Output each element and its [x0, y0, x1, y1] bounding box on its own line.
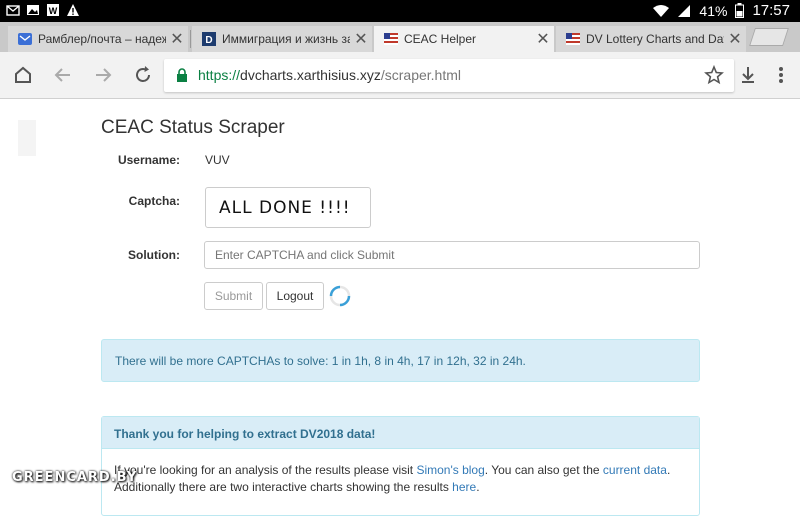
battery-percent: 41% [699, 2, 728, 19]
panel-text: . [666, 463, 671, 477]
svg-text:W: W [49, 6, 58, 16]
address-bar[interactable]: https://dvcharts.xarthisius.xyz/scraper.… [164, 59, 734, 92]
tab-title: Рамблер/почта – надежн [38, 32, 166, 46]
battery-icon [735, 3, 745, 18]
page-title: CEAC Status Scraper [101, 117, 285, 138]
panel-body: If you're looking for an analysis of the… [114, 462, 694, 496]
username-value: VUV [205, 153, 230, 167]
flag-icon [566, 33, 580, 45]
warning-icon [67, 4, 79, 16]
d-logo-icon: D [202, 32, 216, 46]
tab-title: DV Lottery Charts and Dat [586, 32, 724, 46]
close-icon[interactable]: ✕ [350, 29, 372, 49]
close-icon[interactable]: ✕ [166, 29, 188, 49]
captcha-info-text: There will be more CAPTCHAs to solve: 1 … [115, 354, 526, 368]
solution-label: Solution: [128, 248, 180, 262]
simons-blog-link[interactable]: Simon's blog [416, 463, 484, 477]
watermark: GREENCARD.BY [12, 470, 138, 485]
tab-title: Иммиграция и жизнь за [222, 32, 350, 46]
charts-here-link[interactable]: here [452, 480, 476, 494]
home-icon[interactable] [12, 64, 34, 86]
status-bar: W 41% 17:57 [0, 0, 800, 22]
faded-side-graphic [18, 120, 36, 156]
panel-heading-text: Thank you for helping to extract DV2018 … [114, 427, 376, 441]
captcha-info-alert: There will be more CAPTCHAs to solve: 1 … [101, 339, 700, 382]
image-icon [27, 5, 39, 15]
system-icons: 41% 17:57 [653, 2, 790, 19]
panel-heading: Thank you for helping to extract DV2018 … [102, 417, 699, 449]
captcha-image: ALL DONE !!!! [205, 187, 371, 228]
submit-button[interactable]: Submit [204, 282, 263, 310]
panel-text: If you're looking for an analysis of the… [114, 463, 417, 477]
signal-icon [678, 4, 691, 17]
captcha-text: ALL DONE !!!! [219, 198, 351, 218]
url-scheme: https:// [198, 67, 241, 83]
lock-icon [177, 68, 187, 82]
tab-separator [190, 30, 191, 48]
mail-icon [6, 5, 20, 16]
panel-text: . You can also get the [484, 463, 603, 477]
new-tab-button[interactable] [749, 28, 789, 46]
panel-text: Additionally there are two interactive c… [114, 480, 453, 494]
thank-you-panel: Thank you for helping to extract DV2018 … [101, 416, 700, 516]
notification-icons: W [6, 3, 80, 17]
tab-ceac-helper[interactable]: CEAC Helper ✕ [374, 26, 554, 52]
url-path: /scraper.html [380, 67, 461, 83]
current-data-link[interactable]: current data [603, 463, 667, 477]
url-host: dvcharts.xarthisius.xyz [240, 67, 381, 83]
reload-icon[interactable] [132, 64, 154, 86]
tab-rambler-mail[interactable]: Рамблер/почта – надежн ✕ [8, 26, 188, 52]
flag-icon [384, 33, 398, 45]
download-icon[interactable] [737, 64, 759, 86]
star-icon[interactable] [703, 64, 725, 86]
username-label: Username: [117, 153, 180, 167]
tab-strip: Рамблер/почта – надежн ✕ D Иммиграция и … [0, 22, 800, 52]
browser-toolbar: https://dvcharts.xarthisius.xyz/scraper.… [0, 52, 800, 99]
panel-text: . [476, 480, 480, 494]
close-icon[interactable]: ✕ [724, 29, 746, 49]
forward-icon[interactable] [92, 64, 114, 86]
tab-immigration[interactable]: D Иммиграция и жизнь за ✕ [192, 26, 372, 52]
menu-icon[interactable] [770, 64, 792, 86]
captcha-label: Captcha: [128, 194, 180, 208]
logout-button[interactable]: Logout [266, 282, 324, 310]
app-icon: W [47, 4, 59, 16]
clock: 17:57 [752, 2, 790, 19]
close-icon[interactable]: ✕ [532, 29, 554, 49]
solution-input[interactable] [204, 241, 700, 269]
tab-title: CEAC Helper [404, 32, 477, 46]
wifi-icon [653, 4, 670, 17]
mail-icon [18, 33, 32, 45]
page-content: CEAC Status Scraper Username: VUV Captch… [0, 100, 800, 516]
url-text: https://dvcharts.xarthisius.xyz/scraper.… [198, 67, 461, 83]
loading-spinner-icon [329, 285, 351, 307]
tab-dv-lottery-charts[interactable]: DV Lottery Charts and Dat ✕ [556, 26, 746, 52]
svg-text:D: D [205, 35, 212, 46]
back-icon[interactable] [52, 64, 74, 86]
